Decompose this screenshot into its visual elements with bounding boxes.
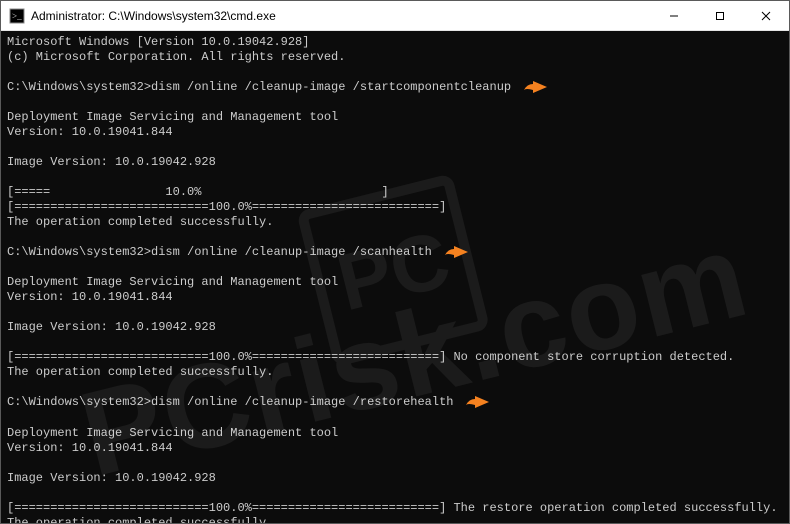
titlebar[interactable]: >_ Administrator: C:\Windows\system32\cm… <box>1 1 789 31</box>
terminal-line <box>7 95 783 110</box>
terminal-line: [===========================100.0%======… <box>7 200 783 215</box>
terminal-line: Image Version: 10.0.19042.928 <box>7 155 783 170</box>
minimize-button[interactable] <box>651 1 697 31</box>
terminal-line <box>7 305 783 320</box>
terminal-line <box>7 170 783 185</box>
terminal-line <box>7 486 783 501</box>
terminal-line: [===========================100.0%======… <box>7 350 783 365</box>
terminal-line: Version: 10.0.19041.844 <box>7 441 783 456</box>
terminal-line: Microsoft Windows [Version 10.0.19042.92… <box>7 35 783 50</box>
terminal-line: [===== 10.0% ] <box>7 185 783 200</box>
terminal-line <box>7 456 783 471</box>
terminal-line <box>7 65 783 80</box>
terminal-line: [===========================100.0%======… <box>7 501 783 516</box>
cmd-window: >_ Administrator: C:\Windows\system32\cm… <box>0 0 790 524</box>
terminal-line: C:\Windows\system32>dism /online /cleanu… <box>7 245 783 260</box>
annotation-arrow-icon <box>521 80 545 94</box>
terminal-line <box>7 380 783 395</box>
terminal-line <box>7 140 783 155</box>
svg-text:>_: >_ <box>12 11 22 21</box>
terminal-area[interactable]: PC PCrisk.com Microsoft Windows [Version… <box>1 31 789 523</box>
terminal-line: The operation completed successfully. <box>7 516 783 523</box>
terminal-line: Deployment Image Servicing and Managemen… <box>7 275 783 290</box>
terminal-line <box>7 411 783 426</box>
cmd-icon: >_ <box>9 8 25 24</box>
terminal-line: C:\Windows\system32>dism /online /cleanu… <box>7 80 783 95</box>
terminal-line: The operation completed successfully. <box>7 365 783 380</box>
maximize-button[interactable] <box>697 1 743 31</box>
terminal-line <box>7 230 783 245</box>
terminal-line <box>7 335 783 350</box>
terminal-line: The operation completed successfully. <box>7 215 783 230</box>
terminal-line: Version: 10.0.19041.844 <box>7 125 783 140</box>
terminal-line: C:\Windows\system32>dism /online /cleanu… <box>7 395 783 410</box>
annotation-arrow-icon <box>463 395 487 409</box>
annotation-arrow-icon <box>442 245 466 259</box>
window-title: Administrator: C:\Windows\system32\cmd.e… <box>31 9 276 23</box>
terminal-line: Version: 10.0.19041.844 <box>7 290 783 305</box>
terminal-line: (c) Microsoft Corporation. All rights re… <box>7 50 783 65</box>
terminal-line: Image Version: 10.0.19042.928 <box>7 471 783 486</box>
terminal-line: Image Version: 10.0.19042.928 <box>7 320 783 335</box>
terminal-line <box>7 260 783 275</box>
close-button[interactable] <box>743 1 789 31</box>
terminal-line: Deployment Image Servicing and Managemen… <box>7 426 783 441</box>
terminal-line: Deployment Image Servicing and Managemen… <box>7 110 783 125</box>
